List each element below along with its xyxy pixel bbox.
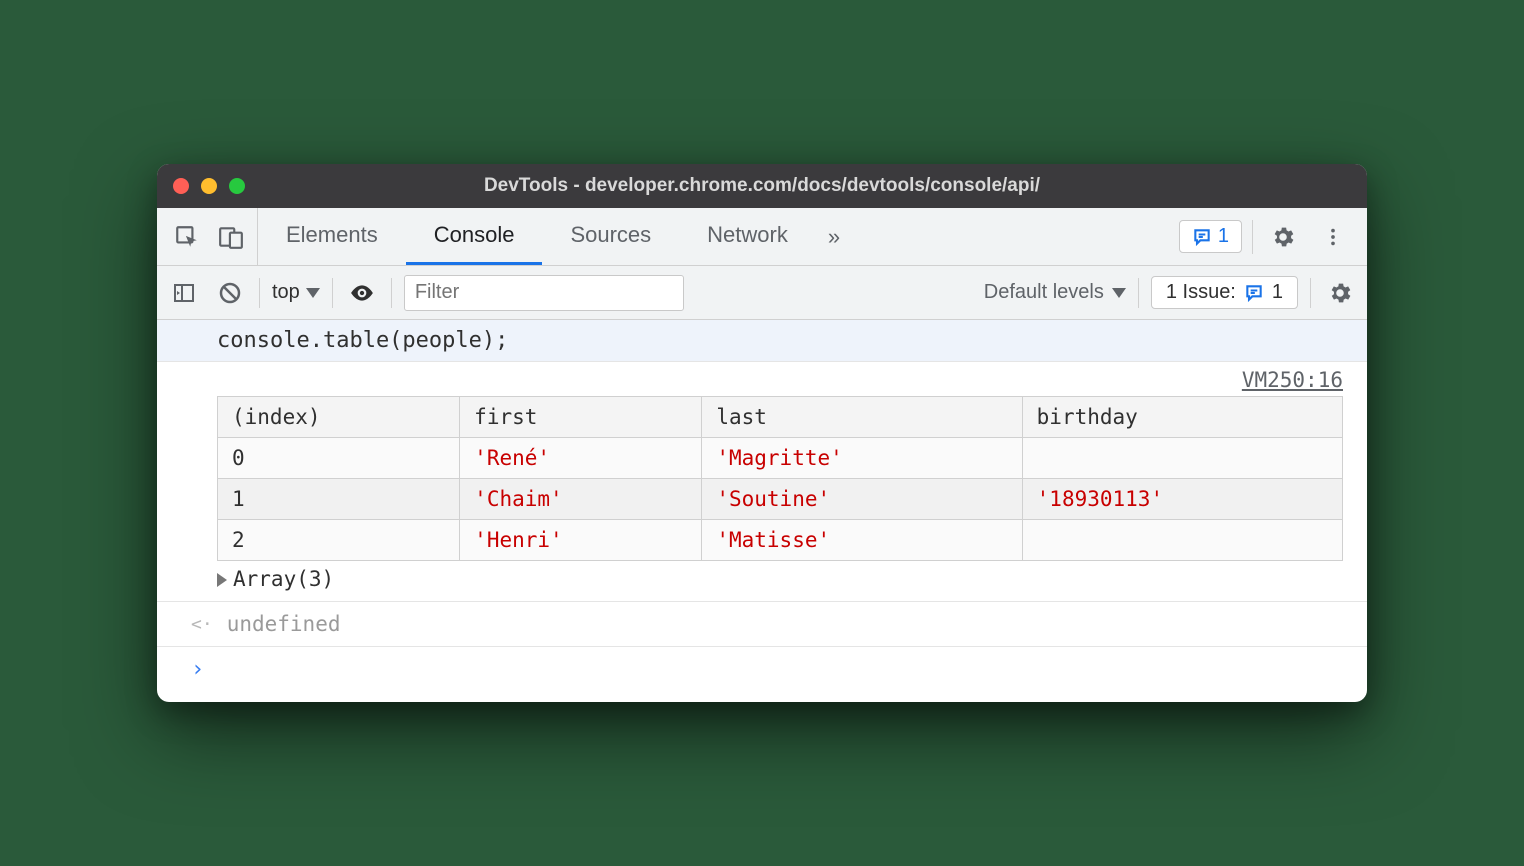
cell-birthday: '18930113' [1022,479,1342,520]
topright-controls: 1 [1179,208,1359,265]
close-window-button[interactable] [173,178,189,194]
tab-elements[interactable]: Elements [258,208,406,265]
prompt-glyph: › [191,657,204,682]
clear-console-icon[interactable] [213,276,247,310]
tab-sources[interactable]: Sources [542,208,679,265]
console-table-wrap: (index) first last birthday 0 'René' 'Ma… [157,396,1367,561]
messages-count-pill[interactable]: 1 [1179,220,1242,253]
cell-birthday [1022,520,1342,561]
zoom-window-button[interactable] [229,178,245,194]
array-summary-line[interactable]: Array(3) [157,561,1367,602]
levels-label: Default levels [984,281,1104,304]
window-title: DevTools - developer.chrome.com/docs/dev… [157,175,1367,197]
return-value: undefined [227,612,341,636]
log-levels-selector[interactable]: Default levels [984,281,1126,304]
more-tabs-button[interactable]: » [816,208,852,265]
tab-console[interactable]: Console [406,208,543,265]
cell-last: 'Soutine' [702,479,1022,520]
cell-first: 'René' [460,438,702,479]
th-first[interactable]: first [460,397,702,438]
chevron-down-icon [1112,288,1126,298]
cell-last: 'Magritte' [702,438,1022,479]
table-row[interactable]: 2 'Henri' 'Matisse' [218,520,1343,561]
chevron-down-icon [306,288,320,298]
cell-birthday [1022,438,1342,479]
filter-input[interactable] [404,275,684,311]
context-label: top [272,281,300,304]
live-expression-icon[interactable] [345,276,379,310]
cell-first: 'Henri' [460,520,702,561]
devtools-window: DevTools - developer.chrome.com/docs/dev… [157,164,1367,702]
console-toolbar: top Default levels 1 Issue: 1 [157,266,1367,320]
expand-triangle-icon [217,573,227,587]
issues-label: 1 Issue: [1166,281,1236,304]
source-link[interactable]: VM250:16 [157,362,1367,396]
console-prompt[interactable]: › [157,647,1367,702]
cell-index: 1 [218,479,460,520]
settings-icon[interactable] [1263,224,1303,250]
issues-pill[interactable]: 1 Issue: 1 [1151,276,1298,309]
return-value-line: <· undefined [157,602,1367,647]
device-toolbar-icon[interactable] [209,208,253,265]
th-index[interactable]: (index) [218,397,460,438]
cell-first: 'Chaim' [460,479,702,520]
panel-tabs: Elements Console Sources Network » [257,208,852,265]
cell-index: 2 [218,520,460,561]
th-last[interactable]: last [702,397,1022,438]
sidebar-toggle-icon[interactable] [167,276,201,310]
return-arrow-icon: <· [191,614,213,635]
table-row[interactable]: 1 'Chaim' 'Soutine' '18930113' [218,479,1343,520]
console-table: (index) first last birthday 0 'René' 'Ma… [217,396,1343,561]
console-input-echo: console.table(people); [157,320,1367,362]
more-options-icon[interactable] [1313,226,1353,248]
message-icon [1244,283,1264,303]
inspect-element-icon[interactable] [165,208,209,265]
th-birthday[interactable]: birthday [1022,397,1342,438]
array-summary: Array(3) [233,567,334,591]
cell-index: 0 [218,438,460,479]
traffic-lights [173,178,245,194]
context-selector[interactable]: top [272,281,320,304]
issues-count: 1 [1272,281,1283,304]
minimize-window-button[interactable] [201,178,217,194]
console-settings-icon[interactable] [1323,276,1357,310]
tabbar: Elements Console Sources Network » 1 [157,208,1367,266]
cell-last: 'Matisse' [702,520,1022,561]
messages-count: 1 [1218,225,1229,248]
table-row[interactable]: 0 'René' 'Magritte' [218,438,1343,479]
tab-network[interactable]: Network [679,208,816,265]
titlebar: DevTools - developer.chrome.com/docs/dev… [157,164,1367,208]
